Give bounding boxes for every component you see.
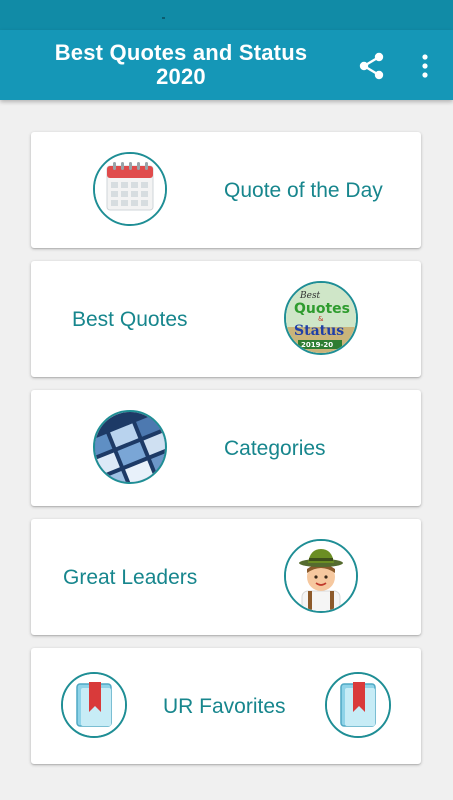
menu-label: Great Leaders xyxy=(63,566,198,589)
menu-card-best-quotes[interactable]: Best Quotes Best Quotes & Status 2019-20 xyxy=(31,261,421,377)
menu-card-ur-favorites[interactable]: UR Favorites xyxy=(31,648,421,764)
share-button[interactable] xyxy=(357,51,387,81)
menu-card-categories[interactable]: Categories xyxy=(31,390,421,506)
bookmark-book-icon xyxy=(325,672,391,738)
menu-card-great-leaders[interactable]: Great Leaders xyxy=(31,519,421,635)
menu-label: Quote of the Day xyxy=(224,179,383,202)
menu-card-quote-of-the-day[interactable]: Quote of the Day xyxy=(31,132,421,248)
categories-photo-icon xyxy=(93,410,167,484)
status-indicator xyxy=(162,17,165,19)
menu-label: Best Quotes xyxy=(72,308,188,331)
menu-label: Categories xyxy=(224,437,326,460)
menu-label: UR Favorites xyxy=(163,695,286,718)
best-quotes-logo-icon: Best Quotes & Status 2019-20 xyxy=(284,281,358,355)
logo-text: Best xyxy=(299,291,321,301)
more-options-button[interactable] xyxy=(412,51,438,81)
app-title: Best Quotes and Status 2020 xyxy=(54,40,308,89)
calendar-icon xyxy=(93,152,167,226)
bookmark-book-icon xyxy=(61,672,127,738)
logo-text: Status xyxy=(294,323,344,339)
logo-text: & xyxy=(318,315,324,323)
app-bar: Best Quotes and Status 2020 xyxy=(0,30,453,100)
logo-text: 2019-20 xyxy=(301,341,333,349)
share-icon xyxy=(359,52,384,80)
status-bar xyxy=(0,0,453,30)
more-vertical-icon xyxy=(422,54,428,78)
leader-avatar-icon xyxy=(284,539,358,613)
